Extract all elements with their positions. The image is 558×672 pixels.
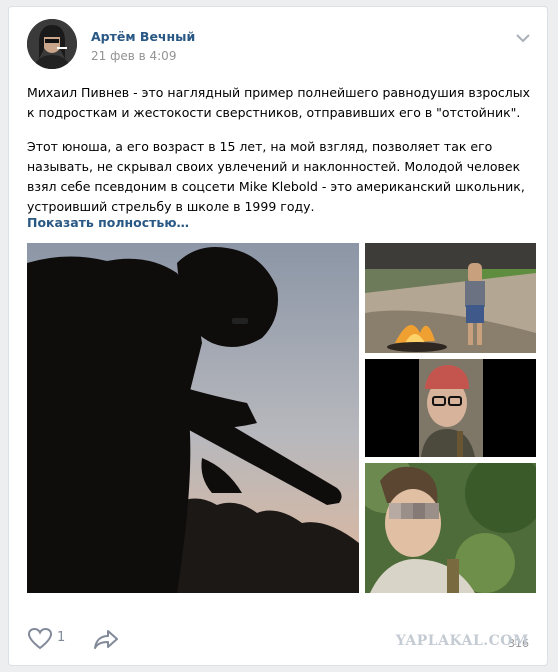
post-paragraph-1: Михаил Пивнев - это наглядный пример пол…	[27, 85, 531, 120]
heart-icon[interactable]	[27, 627, 53, 651]
post-photo-1[interactable]	[27, 243, 359, 593]
post-date[interactable]: 21 фев в 4:09	[91, 49, 176, 63]
post-photo-3[interactable]	[365, 359, 536, 457]
post-text: Михаил Пивнев - это наглядный пример пол…	[27, 83, 533, 231]
like-count: 1	[57, 630, 66, 645]
post-photo-2[interactable]	[365, 243, 536, 353]
post-photo-4[interactable]	[365, 463, 536, 593]
chevron-down-icon[interactable]	[515, 33, 531, 43]
post-paragraph-2: Этот юноша, а его возраст в 15 лет, на м…	[27, 139, 525, 214]
author-avatar[interactable]	[27, 19, 77, 69]
post-card: Артём Вечный 21 фев в 4:09 Михаил Пивнев…	[8, 6, 548, 666]
share-arrow-icon[interactable]	[93, 627, 119, 651]
show-more-link[interactable]: Показать полностью…	[27, 215, 189, 230]
author-name[interactable]: Артём Вечный	[91, 29, 195, 44]
watermark: YAPLAKAL.COM	[395, 633, 529, 649]
